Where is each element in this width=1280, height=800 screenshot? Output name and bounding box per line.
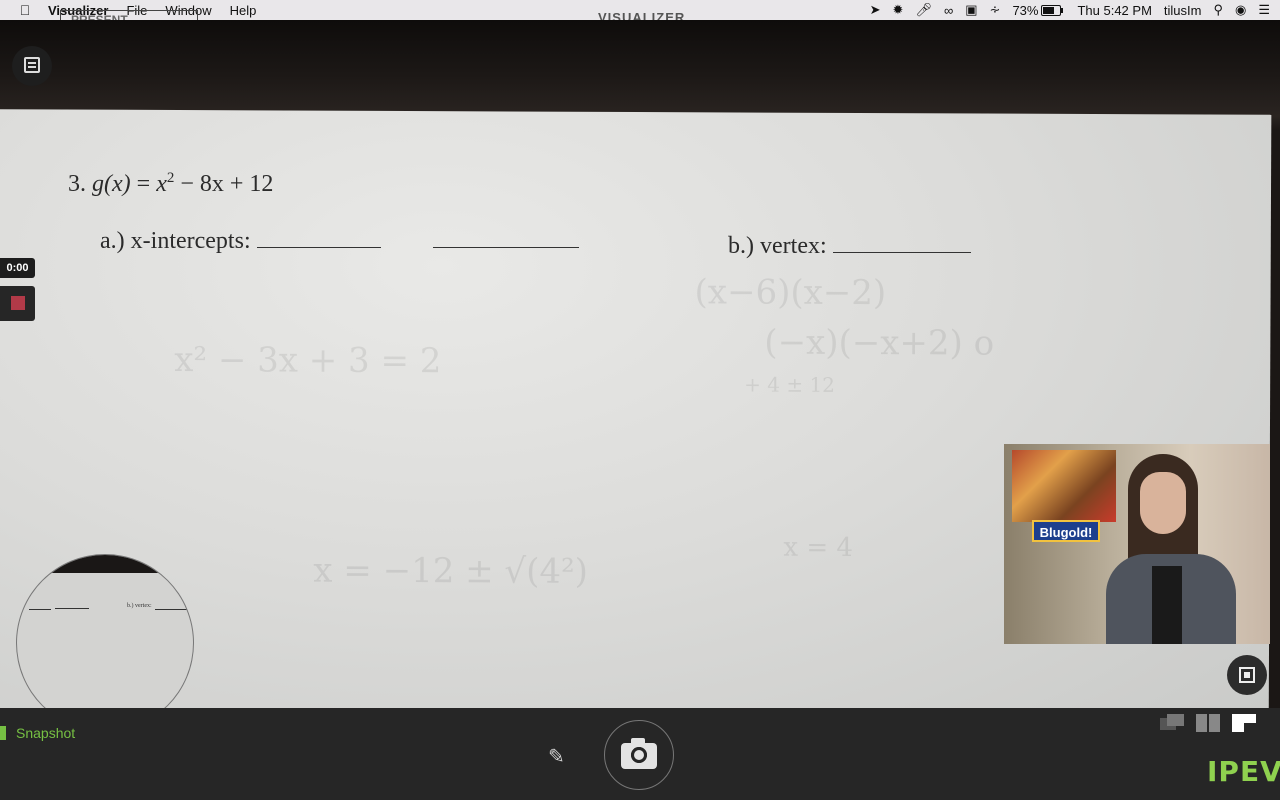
snapshot-indicator <box>0 726 6 740</box>
part-b: b.) vertex: <box>728 233 971 260</box>
function-name: g(x) <box>92 171 131 197</box>
capture-button[interactable] <box>604 720 674 790</box>
side-menu-button[interactable] <box>12 46 52 86</box>
snapshot-label: Snapshot <box>16 725 76 741</box>
magnified-underline <box>155 609 189 610</box>
bleedthrough-text: x = 4 <box>783 532 854 563</box>
teacher-face <box>1140 472 1186 534</box>
part-b-text: vertex: <box>760 233 827 259</box>
microphone-icon[interactable]: 🎤︎ <box>915 2 932 18</box>
wifi-icon[interactable]: ∻ <box>990 2 1001 18</box>
layout-pip-icon[interactable] <box>1232 714 1256 732</box>
magnified-underline <box>29 609 51 610</box>
wall-poster <box>1012 450 1116 522</box>
clock[interactable]: Thu 5:42 PM <box>1077 3 1151 18</box>
annotation-pen-icon[interactable]: ✎ <box>548 744 565 769</box>
spotlight-search-icon[interactable]: ⚲ <box>1213 2 1223 18</box>
problem-number: 3. <box>68 171 86 197</box>
expression-base: x <box>156 171 167 197</box>
equals-sign: = <box>136 171 151 197</box>
snapshot-tab[interactable]: Snapshot <box>0 725 76 741</box>
magnifier-edge <box>17 555 193 573</box>
stop-icon <box>11 296 25 310</box>
bleedthrough-text: x² − 3x + 3 = 2 <box>174 340 442 382</box>
magnified-text: b.) vertex: <box>127 603 152 609</box>
answer-blank-1 <box>256 231 381 248</box>
battery-percent[interactable]: 73% <box>1012 3 1038 18</box>
notification-center-icon[interactable]: ☰ <box>1258 2 1270 18</box>
recording-timer: 0:00 <box>0 258 35 278</box>
expression-rest: − 8x + 12 <box>180 171 274 197</box>
location-icon[interactable]: ➤ <box>870 2 881 18</box>
expression-exponent: 2 <box>166 170 175 186</box>
menu-help[interactable]: Help <box>230 3 257 18</box>
bleedthrough-text: x = −12 ± √(4²) <box>313 550 589 592</box>
answer-blank-2 <box>432 231 579 248</box>
fullscreen-icon <box>1239 667 1255 683</box>
ipevo-logo: IPEVO <box>1207 755 1280 788</box>
creative-cloud-icon[interactable]: ∞ <box>944 3 953 18</box>
part-a-label: a.) <box>100 228 125 254</box>
magnifier-lens[interactable]: b.) vertex: <box>17 555 193 731</box>
list-icon <box>24 57 40 73</box>
bleedthrough-text: + 4 ± 12 <box>744 372 835 397</box>
layout-split-icon[interactable] <box>1196 714 1220 732</box>
problem-statement: 3. g(x) = x2 − 8x + 12 <box>68 170 273 198</box>
apple-icon[interactable]:  <box>16 2 34 18</box>
bluetooth-sun-icon[interactable]: ✹ <box>893 2 904 18</box>
fullscreen-button[interactable] <box>1227 655 1267 695</box>
teacher-shirt <box>1152 566 1182 644</box>
battery-icon[interactable] <box>1041 4 1064 16</box>
siri-icon[interactable]: ◉ <box>1235 2 1246 18</box>
answer-blank-3 <box>832 236 971 253</box>
status-area: ➤ ✹ 🎤︎ ∞ ▣ ∻ 73% Thu 5:42 PM tilusIm ⚲ ◉… <box>858 0 1270 20</box>
user-name[interactable]: tilusIm <box>1164 3 1202 18</box>
camera-lens-icon <box>631 747 647 763</box>
part-a-text: x-intercepts: <box>130 228 251 254</box>
part-b-label: b.) <box>728 233 754 259</box>
teacher <box>1106 454 1236 644</box>
blugold-banner: Blugold! <box>1032 520 1100 542</box>
webcam-pip[interactable]: Blugold! <box>1004 444 1270 644</box>
part-a: a.) x-intercepts: <box>100 228 579 255</box>
stop-recording-button[interactable] <box>0 286 35 321</box>
bleedthrough-text: (x−6)(x−2) <box>694 272 887 314</box>
magnified-underline <box>55 608 89 609</box>
bleedthrough-text: (−x)(−x+2) o <box>764 322 995 364</box>
layout-overlap-icon[interactable] <box>1160 714 1184 732</box>
screenshot-app-icon[interactable]: ▣ <box>965 2 977 18</box>
layout-switcher <box>1160 714 1256 732</box>
